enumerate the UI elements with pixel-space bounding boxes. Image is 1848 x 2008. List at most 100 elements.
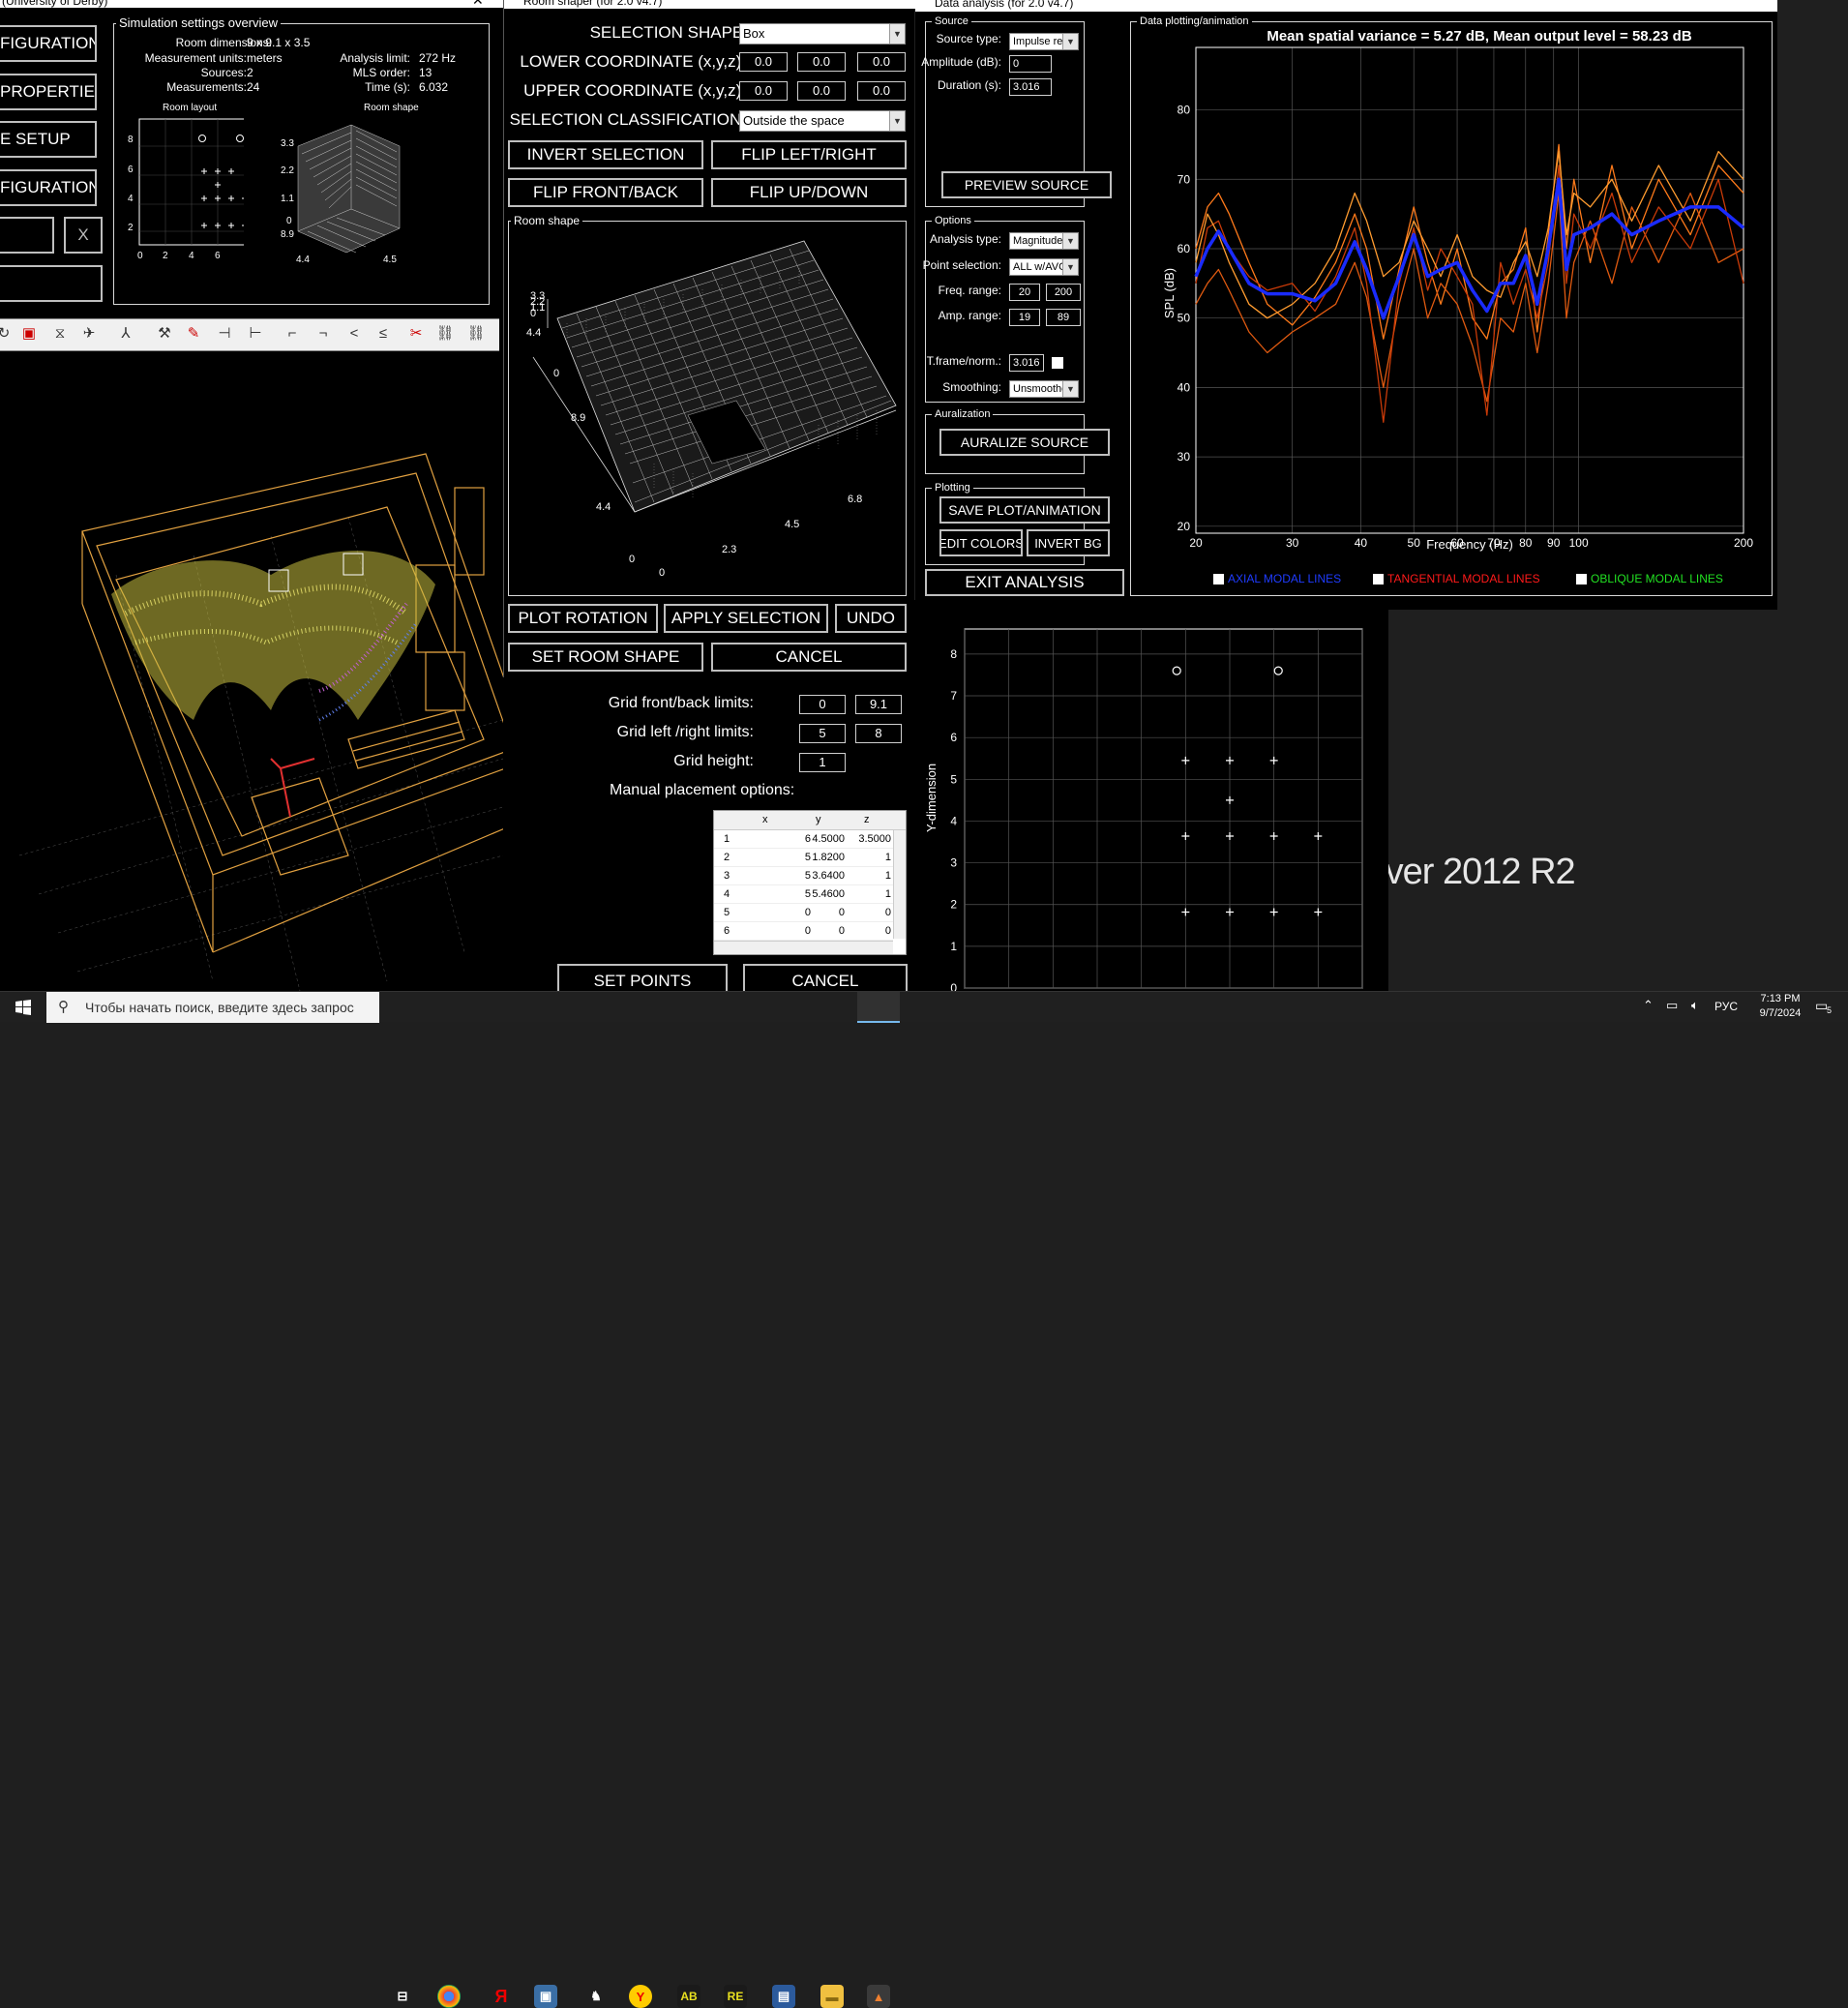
pointer-icon[interactable]: ⅄ — [116, 324, 135, 344]
angle-icon[interactable]: ≤ — [373, 324, 393, 344]
remote-desktop-icon[interactable]: ▤ — [772, 1985, 795, 2008]
upper-y-input[interactable]: 0.0 — [797, 81, 846, 101]
tframe-input[interactable]: 3.016 — [1009, 354, 1044, 372]
language-indicator[interactable]: РУС — [1714, 1000, 1738, 1013]
table-cell[interactable]: 0 — [801, 925, 845, 937]
table-cell[interactable]: 0 — [801, 907, 845, 918]
tray-chevron-icon[interactable]: ⌃ — [1643, 998, 1654, 1013]
brush-icon[interactable]: ⚒ — [155, 324, 174, 344]
source-type-dropdown[interactable]: Impulse resp... ▼ — [1009, 33, 1079, 50]
network-app-icon[interactable]: ▣ — [534, 1985, 557, 2008]
flip-up-down-button[interactable]: FLIP UP/DOWN — [711, 178, 907, 207]
auralize-source-button[interactable]: AURALIZE SOURCE — [939, 429, 1110, 456]
invert-selection-button[interactable]: INVERT SELECTION — [508, 140, 703, 169]
pen-icon[interactable]: ✎ — [184, 324, 203, 344]
amplitude-input[interactable]: 0 — [1009, 55, 1052, 73]
mirror-icon[interactable]: ⧖ — [50, 324, 70, 344]
measurement-positions-plot[interactable]: 0123456789012345678 Y-dimension — [914, 600, 1388, 991]
table-row[interactable]: 6000 — [714, 922, 893, 941]
grid-height-input[interactable]: 1 — [799, 753, 846, 772]
table-row[interactable]: 3 5 3.6400 1 — [714, 867, 893, 885]
start-button[interactable] — [0, 992, 46, 1023]
table-hscroll[interactable] — [714, 941, 893, 954]
grid-front-input[interactable]: 0 — [799, 695, 846, 714]
oblique-modal-checkbox[interactable] — [1576, 574, 1587, 584]
flip-front-back-button[interactable]: FLIP FRONT/BACK — [508, 178, 703, 207]
grid-back-input[interactable]: 9.1 — [855, 695, 902, 714]
plot-rotation-button[interactable]: PLOT ROTATION — [508, 604, 658, 633]
network-icon[interactable]: ▭ — [1666, 998, 1678, 1013]
yandex-browser-icon[interactable]: Y — [629, 1985, 652, 2008]
properties-button[interactable]: PROPERTIES — [0, 74, 97, 110]
eraser-icon[interactable]: ▣ — [19, 324, 39, 344]
axial-modal-checkbox[interactable] — [1213, 574, 1224, 584]
freq-range-max-input[interactable]: 200 — [1046, 284, 1081, 301]
apply-selection-button[interactable]: APPLY SELECTION — [664, 604, 828, 633]
chrome-icon[interactable] — [437, 1985, 461, 2008]
configuration-button[interactable]: FIGURATION — [0, 25, 97, 62]
clock-date[interactable]: 9/7/2024 — [1751, 1007, 1809, 1019]
upper-x-input[interactable]: 0.0 — [739, 81, 788, 101]
matlab-icon[interactable]: ▲ — [867, 1985, 890, 2008]
x-button[interactable]: X — [64, 217, 103, 254]
taskbar-search[interactable]: ⚲ Чтобы начать поиск, введите здесь запр… — [46, 992, 379, 1023]
ab-app-icon[interactable]: AB — [677, 1985, 700, 2008]
volume-icon[interactable]: 🔈︎ — [1691, 998, 1699, 1013]
amp-range-max-input[interactable]: 89 — [1046, 309, 1081, 326]
table-cell[interactable]: 1 — [848, 888, 891, 900]
table-row[interactable]: 2 5 1.8200 1 — [714, 849, 893, 867]
table-vscroll[interactable] — [893, 830, 906, 939]
room-3d-view[interactable] — [0, 352, 503, 991]
text-input-box[interactable] — [0, 217, 54, 254]
table-cell[interactable]: 1 — [848, 870, 891, 882]
unlink-icon[interactable]: ⛓ — [466, 324, 486, 344]
table-cell[interactable]: 3.5000 — [848, 833, 891, 845]
rotate-icon[interactable]: ↻ — [0, 324, 14, 344]
less-icon[interactable]: < — [344, 324, 364, 344]
amp-range-min-input[interactable]: 19 — [1009, 309, 1040, 326]
table-row[interactable]: 5000 — [714, 904, 893, 922]
task-view-icon[interactable]: ⊟ — [391, 1985, 414, 2008]
placement-table[interactable]: x y z 1 6 4.5000 3.5000 2 5 1.8200 1 3 5 3.6400 1 4 5… — [713, 810, 907, 955]
preview-source-button[interactable]: PREVIEW SOURCE — [941, 171, 1112, 198]
edit-colors-button[interactable]: EDIT COLORS — [939, 529, 1023, 556]
table-cell[interactable]: 5.4600 — [801, 888, 845, 900]
smoothing-dropdown[interactable]: Unsmoothed ▼ — [1009, 380, 1079, 398]
grid-right-input[interactable]: 8 — [855, 724, 902, 743]
table-row[interactable]: 4 5 5.4600 1 — [714, 885, 893, 904]
yandex-icon[interactable]: Я — [490, 1985, 513, 2008]
link-icon[interactable]: ⛓ — [435, 324, 455, 344]
configuration-button-2[interactable]: FIGURATION — [0, 169, 97, 206]
grid-left-input[interactable]: 5 — [799, 724, 846, 743]
tangential-modal-checkbox[interactable] — [1373, 574, 1384, 584]
save-plot-button[interactable]: SAVE PLOT/ANIMATION — [939, 496, 1110, 524]
lower-x-input[interactable]: 0.0 — [739, 52, 788, 72]
invert-bg-button[interactable]: INVERT BG — [1027, 529, 1110, 556]
corner-2-icon[interactable]: ¬ — [313, 324, 333, 344]
duration-input[interactable]: 3.016 — [1009, 78, 1052, 96]
flip-left-right-button[interactable]: FLIP LEFT/RIGHT — [711, 140, 907, 169]
selection-shape-dropdown[interactable]: Box ▼ — [739, 23, 906, 45]
table-cell[interactable]: 1 — [848, 852, 891, 863]
table-cell[interactable]: 3.6400 — [801, 870, 845, 882]
table-cell[interactable]: 4.5000 — [801, 833, 845, 845]
tframe-checkbox[interactable] — [1052, 357, 1063, 369]
lower-z-input[interactable]: 0.0 — [857, 52, 906, 72]
scissors-icon[interactable]: ✂ — [406, 324, 426, 344]
exit-analysis-button[interactable]: EXIT ANALYSIS — [925, 569, 1124, 596]
re-app-icon[interactable]: RE — [724, 1985, 747, 2008]
datatip-2-icon[interactable]: ⊢ — [246, 324, 265, 344]
table-cell[interactable]: 0 — [848, 925, 891, 937]
table-row[interactable]: 1 6 4.5000 3.5000 — [714, 830, 893, 849]
undo-button[interactable]: UNDO — [835, 604, 907, 633]
table-cell[interactable]: 0 — [848, 907, 891, 918]
upper-z-input[interactable]: 0.0 — [857, 81, 906, 101]
room-shaper-cancel-button[interactable]: CANCEL — [711, 643, 907, 672]
frequency-response-chart[interactable]: Mean spatial variance = 5.27 dB, Mean ou… — [1131, 22, 1772, 595]
room-shape-3d-plot[interactable]: 3.3 2.2 1.1 0 4.4 0 8.9 4.4 0 0 2.3 4.5 … — [509, 222, 906, 595]
folder-icon[interactable]: ▬ — [820, 1985, 844, 2008]
freq-range-min-input[interactable]: 20 — [1009, 284, 1040, 301]
clock-time[interactable]: 7:13 PM — [1751, 993, 1809, 1004]
lower-y-input[interactable]: 0.0 — [797, 52, 846, 72]
close-icon[interactable]: ✕ — [472, 0, 484, 9]
